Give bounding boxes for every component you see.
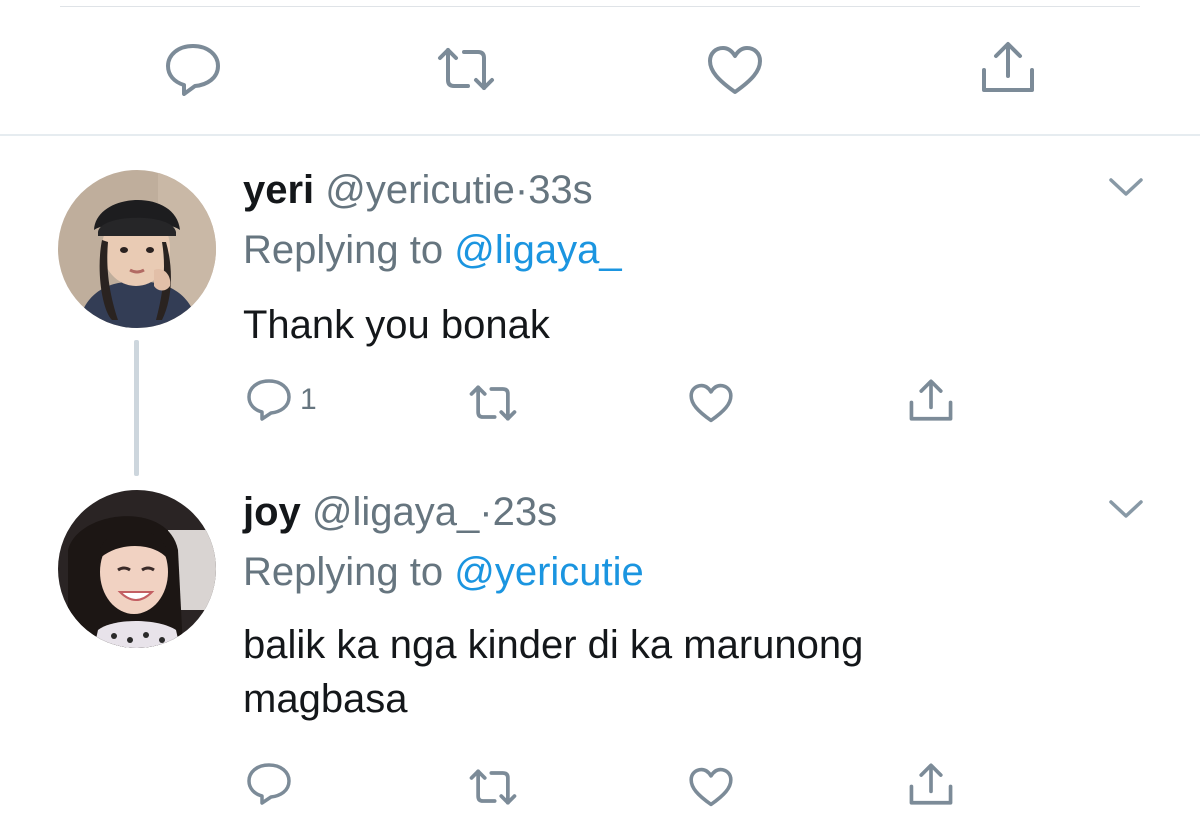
tweet-menu-button[interactable] <box>1108 176 1144 203</box>
tweet-header: yeri @yericutie·33s <box>243 166 593 214</box>
display-name[interactable]: joy <box>243 490 301 534</box>
profile-photo-joy <box>58 490 216 648</box>
timestamp[interactable]: 33s <box>528 168 593 212</box>
retweet-icon <box>469 385 517 421</box>
reply-icon <box>247 763 291 805</box>
timestamp[interactable]: 23s <box>493 490 558 534</box>
replying-to-mention[interactable]: @ligaya_ <box>454 228 621 272</box>
reply-button[interactable] <box>246 762 292 806</box>
share-button[interactable] <box>908 378 954 422</box>
chevron-down-icon <box>1109 178 1143 196</box>
share-icon <box>909 763 953 805</box>
reply-icon <box>166 44 220 96</box>
share-icon <box>909 379 953 421</box>
retweet-icon <box>469 769 517 805</box>
reply-button[interactable] <box>164 42 222 96</box>
main-tweet-action-bar <box>0 0 1200 136</box>
avatar-joy[interactable] <box>58 490 216 648</box>
retweet-button[interactable] <box>468 384 518 422</box>
avatar-yeri[interactable] <box>58 170 216 328</box>
replying-to-mention[interactable]: @yericutie <box>454 550 644 594</box>
share-icon <box>982 42 1034 92</box>
separator-dot: · <box>479 490 493 534</box>
reply-count: 1 <box>300 383 317 416</box>
share-button[interactable] <box>980 40 1036 94</box>
heart-icon <box>689 383 733 423</box>
tweet-menu-button[interactable] <box>1108 498 1144 525</box>
retweet-button[interactable] <box>468 768 518 806</box>
replying-to-line: Replying to @yericutie <box>243 548 644 596</box>
like-button[interactable] <box>688 382 734 424</box>
display-name[interactable]: yeri <box>243 168 314 212</box>
user-handle[interactable]: @ligaya_ <box>312 490 479 534</box>
retweet-icon <box>438 48 494 90</box>
reply-icon <box>247 379 291 421</box>
replying-prefix: Replying to <box>243 550 444 594</box>
retweet-button[interactable] <box>436 46 496 92</box>
share-button[interactable] <box>908 762 954 806</box>
reply-button[interactable]: 1 <box>246 378 317 422</box>
user-handle[interactable]: @yericutie <box>325 168 515 212</box>
tweet-header: joy @ligaya_·23s <box>243 488 557 536</box>
replying-to-line: Replying to @ligaya_ <box>243 226 622 274</box>
thread-connector-line <box>134 340 139 476</box>
tweet-reply-1[interactable]: yeri @yericutie·33s Replying to @ligaya_… <box>0 136 1200 476</box>
tweet-reply-2[interactable]: joy @ligaya_·23s Replying to @yericutie … <box>0 476 1200 834</box>
replying-prefix: Replying to <box>243 228 444 272</box>
separator-dot: · <box>514 168 529 212</box>
like-button[interactable] <box>706 44 764 96</box>
tweet-text: Thank you bonak <box>243 303 550 347</box>
tweet-text: balik ka nga kinder di ka marunong magba… <box>243 623 864 721</box>
heart-icon <box>708 46 762 94</box>
chevron-down-icon <box>1109 500 1143 518</box>
like-button[interactable] <box>688 766 734 808</box>
profile-photo-yeri <box>58 170 216 328</box>
heart-icon <box>689 767 733 807</box>
